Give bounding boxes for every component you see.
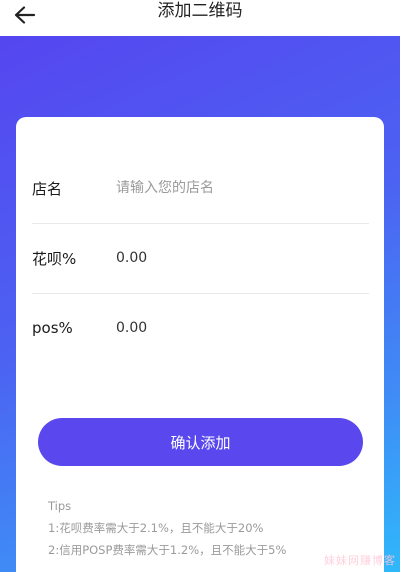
form-card: 店名 花呗% pos% 确认添加 Tips 1:花呗费率需大于2.1%，且不能大… (16, 117, 384, 587)
confirm-add-button[interactable]: 确认添加 (38, 418, 363, 466)
huabei-rate-input[interactable] (116, 250, 369, 266)
tip-item: 2:信用POSP费率需大于1.2%，且不能大于5% (48, 543, 287, 557)
pos-rate-input[interactable] (116, 320, 369, 336)
watermark: 妹妹网赚博客 (324, 554, 396, 567)
page-title: 添加二维码 (157, 1, 243, 21)
pos-rate-label: pos% (32, 319, 73, 337)
top-bar: 添加二维码 (0, 0, 400, 36)
store-name-label: 店名 (32, 179, 63, 198)
store-name-input[interactable] (116, 180, 369, 196)
tip-item: 1:花呗费率需大于2.1%，且不能大于20% (48, 521, 264, 535)
form-row-store-name: 店名 (32, 153, 369, 223)
huabei-rate-label: 花呗% (32, 249, 77, 268)
tips-heading: Tips (48, 499, 72, 513)
form-row-pos-rate: pos% (32, 293, 369, 363)
form-row-huabei-rate: 花呗% (32, 223, 369, 293)
tips-section: Tips 1:花呗费率需大于2.1%，且不能大于20% 2:信用POSP费率需大… (48, 495, 368, 561)
